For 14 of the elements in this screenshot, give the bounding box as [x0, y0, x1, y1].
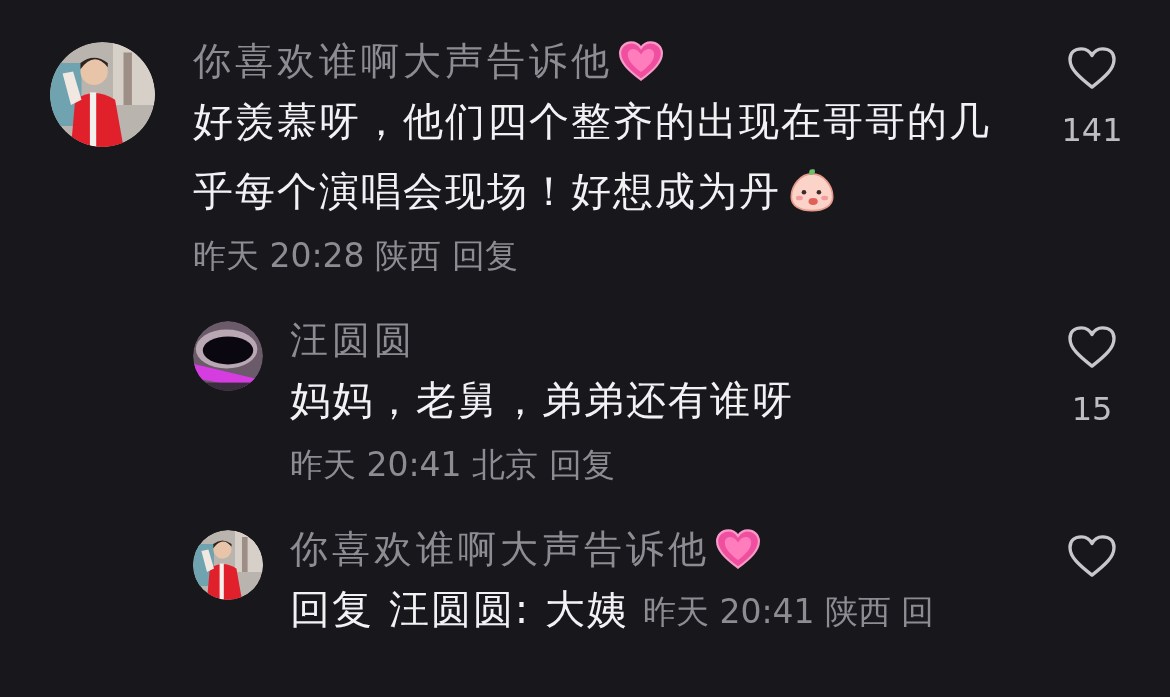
username[interactable]: 你喜欢谁啊大声告诉他 — [290, 523, 710, 575]
heart-icon[interactable] — [1067, 325, 1117, 369]
heart-icon[interactable] — [1067, 46, 1117, 90]
comment-meta: 昨天 20:41 北京 回复 — [290, 444, 616, 486]
comment-text: 好羡慕呀，他们四个整齐的出现在哥哥的几乎每个演唱会现场！好想成为丹 — [193, 97, 992, 216]
comment-meta: 昨天 20:28 陕西 回复 — [193, 235, 519, 277]
username[interactable]: 汪圆圆 — [290, 314, 416, 366]
heart-icon[interactable] — [1067, 534, 1117, 578]
comment-text: 回复 汪圆圆: 大姨 — [290, 585, 629, 634]
like-count: 15 — [1071, 389, 1113, 429]
comment-meta: 昨天 20:41 陕西 回 — [642, 591, 935, 633]
username[interactable]: 你喜欢谁啊大声告诉他 — [193, 35, 613, 87]
like-count: 141 — [1061, 110, 1123, 150]
comment-text: 妈妈，老舅，弟弟还有谁呀 — [290, 376, 794, 425]
